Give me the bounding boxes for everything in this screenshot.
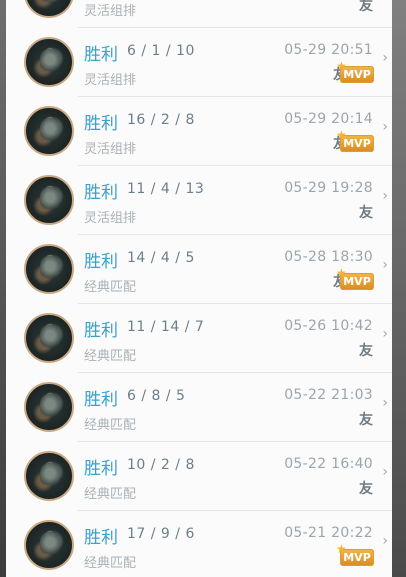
chevron-right-icon: › xyxy=(382,395,388,411)
match-result: 胜利 xyxy=(84,528,118,548)
champion-avatar xyxy=(24,37,74,87)
match-datetime: 05-29 20:51 xyxy=(284,42,373,58)
match-row[interactable]: 胜利 6 / 8 / 5 05-22 21:03 经典匹配 友 › xyxy=(6,373,392,442)
mvp-badge: MVP xyxy=(336,541,374,566)
chevron-right-icon: › xyxy=(382,533,388,549)
match-row[interactable]: 胜利 11 / 14 / 7 05-26 10:42 经典匹配 友 › xyxy=(6,304,392,373)
champion-avatar xyxy=(24,175,74,225)
champion-avatar xyxy=(24,520,74,570)
chevron-right-icon: › xyxy=(382,257,388,273)
right-edge-background xyxy=(392,0,406,577)
kda-score: 10 / 2 / 8 xyxy=(127,457,195,473)
game-mode: 经典匹配 xyxy=(84,280,137,295)
chevron-right-icon: › xyxy=(382,464,388,480)
match-datetime: 05-26 10:42 xyxy=(284,318,373,334)
mvp-badge: MVP xyxy=(336,58,374,83)
match-result: 胜利 xyxy=(84,45,118,65)
friend-badge: 友 xyxy=(359,481,373,497)
game-mode: 经典匹配 xyxy=(84,418,137,433)
match-datetime: 05-29 20:14 xyxy=(284,111,373,127)
match-datetime: 05-22 21:03 xyxy=(284,387,373,403)
champion-avatar xyxy=(24,313,74,363)
match-result: 胜利 xyxy=(84,390,118,410)
match-result: 胜利 xyxy=(84,114,118,134)
mvp-badge: MVP xyxy=(336,265,374,290)
game-mode: 经典匹配 xyxy=(84,556,137,571)
match-row[interactable]: 胜利 17 / 9 / 6 05-21 20:22 经典匹配 MVP › xyxy=(6,511,392,577)
game-mode: 灵活组排 xyxy=(84,211,137,226)
chevron-right-icon: › xyxy=(382,326,388,342)
champion-avatar xyxy=(24,0,74,18)
champion-avatar xyxy=(24,106,74,156)
friend-badge: 友 xyxy=(359,0,373,14)
match-result: 胜利 xyxy=(84,252,118,272)
chevron-right-icon: › xyxy=(382,188,388,204)
chevron-right-icon: › xyxy=(382,50,388,66)
match-datetime: 05-21 20:22 xyxy=(284,525,373,541)
champion-avatar xyxy=(24,244,74,294)
kda-score: 6 / 8 / 5 xyxy=(127,388,186,404)
kda-score: 11 / 14 / 7 xyxy=(127,319,205,335)
match-row[interactable]: 胜利 10 / 2 / 8 05-22 16:40 经典匹配 友 › xyxy=(6,442,392,511)
kda-score: 11 / 4 / 13 xyxy=(127,181,205,197)
friend-badge: 友 xyxy=(359,205,373,221)
match-datetime: 05-28 18:30 xyxy=(284,249,373,265)
match-datetime: 05-29 19:28 xyxy=(284,180,373,196)
champion-avatar xyxy=(24,382,74,432)
match-history-list: 灵活组排 友 胜利 6 / 1 / 10 05-29 20:51 灵活组排 友 … xyxy=(6,0,392,577)
match-row[interactable]: 胜利 6 / 1 / 10 05-29 20:51 灵活组排 友 MVP › xyxy=(6,28,392,97)
kda-score: 14 / 4 / 5 xyxy=(127,250,195,266)
match-datetime: 05-22 16:40 xyxy=(284,456,373,472)
game-mode: 灵活组排 xyxy=(84,142,137,157)
match-result: 胜利 xyxy=(84,459,118,479)
kda-score: 6 / 1 / 10 xyxy=(127,43,195,59)
kda-score: 17 / 9 / 6 xyxy=(127,526,195,542)
match-result: 胜利 xyxy=(84,183,118,203)
match-row[interactable]: 胜利 16 / 2 / 8 05-29 20:14 灵活组排 友 MVP › xyxy=(6,97,392,166)
friend-badge: 友 xyxy=(359,343,373,359)
champion-avatar xyxy=(24,451,74,501)
chevron-right-icon: › xyxy=(382,119,388,135)
friend-badge: 友 xyxy=(359,412,373,428)
game-mode: 灵活组排 xyxy=(84,4,137,19)
game-mode: 经典匹配 xyxy=(84,349,137,364)
match-row[interactable]: 胜利 11 / 4 / 13 05-29 19:28 灵活组排 友 › xyxy=(6,166,392,235)
match-result: 胜利 xyxy=(84,321,118,341)
game-mode: 灵活组排 xyxy=(84,73,137,88)
mvp-badge: MVP xyxy=(336,127,374,152)
match-row-partial[interactable]: 灵活组排 友 xyxy=(6,0,392,28)
game-mode: 经典匹配 xyxy=(84,487,137,502)
kda-score: 16 / 2 / 8 xyxy=(127,112,195,128)
match-row[interactable]: 胜利 14 / 4 / 5 05-28 18:30 经典匹配 友 MVP › xyxy=(6,235,392,304)
